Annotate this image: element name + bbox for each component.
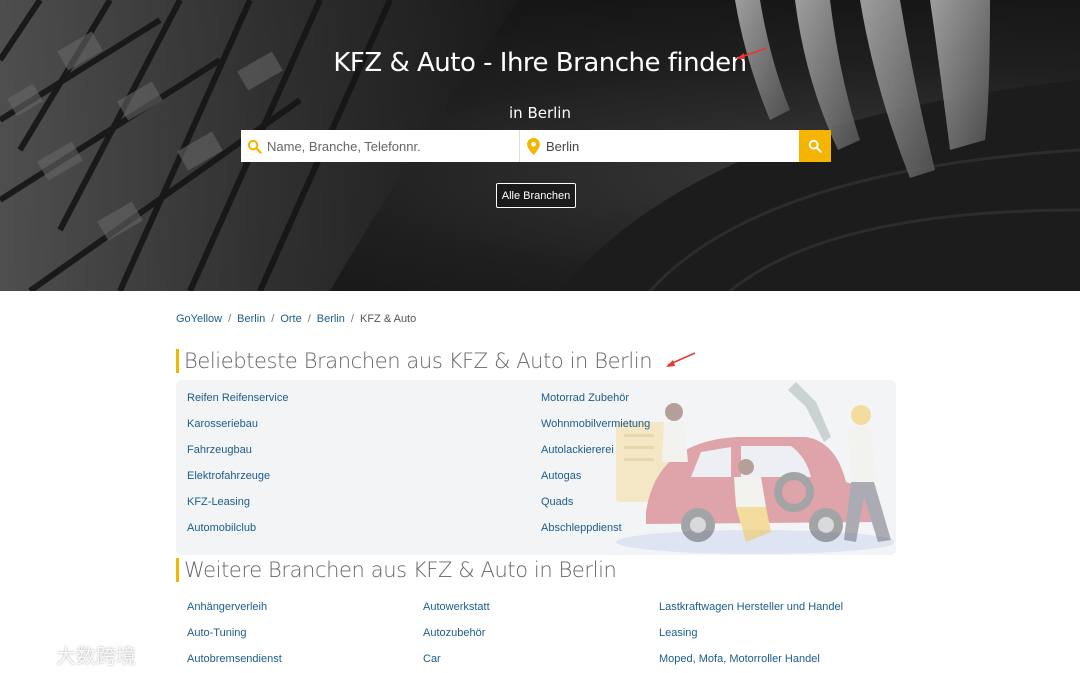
popular-link[interactable]: Automobilclub (187, 522, 256, 534)
popular-link[interactable]: Fahrzeugbau (187, 444, 252, 456)
name-search-field (241, 130, 520, 162)
popular-link[interactable]: Autogas (541, 470, 581, 482)
breadcrumb-separator: / (350, 313, 354, 325)
watermark-text: 大数跨境 (56, 646, 136, 668)
watermark-logo-icon (10, 644, 49, 665)
search-icon (808, 139, 822, 153)
location-input[interactable] (546, 138, 786, 154)
breadcrumb-separator: / (271, 313, 275, 325)
more-link[interactable]: Lastkraftwagen Hersteller und Handel (659, 601, 843, 613)
search-button[interactable] (799, 130, 831, 162)
more-link[interactable]: Auto-Tuning (187, 627, 247, 639)
popular-link[interactable]: Autolackiererei (541, 444, 614, 456)
more-link[interactable]: Car (423, 653, 441, 665)
breadcrumb-separator: / (307, 313, 311, 325)
popular-link[interactable]: Reifen Reifenservice (187, 392, 289, 404)
popular-link[interactable]: KFZ-Leasing (187, 496, 250, 508)
breadcrumb-separator: / (228, 313, 232, 325)
breadcrumb-link-orte[interactable]: Orte (280, 313, 301, 325)
map-pin-icon (520, 137, 546, 155)
hero-location-subtitle: in Berlin (509, 104, 571, 122)
hero-banner: KFZ & Auto - Ihre Branche finden in Berl… (0, 0, 1080, 291)
red-arrow-annotation (666, 352, 696, 367)
more-categories-heading: Weitere Branchen aus KFZ & Auto in Berli… (176, 558, 617, 582)
popular-link[interactable]: Abschleppdienst (541, 522, 622, 534)
popular-link[interactable]: Wohnmobilvermietung (541, 418, 650, 430)
more-link[interactable]: Autobremsendienst (187, 653, 282, 665)
breadcrumb-current: KFZ & Auto (359, 313, 417, 325)
popular-link[interactable]: Quads (541, 496, 573, 508)
popular-categories-heading: Beliebteste Branchen aus KFZ & Auto in B… (176, 349, 653, 373)
search-bar (241, 130, 831, 162)
location-search-field (520, 130, 799, 162)
popular-link[interactable]: Karosseriebau (187, 418, 258, 430)
more-link[interactable]: Leasing (659, 627, 698, 639)
popular-link[interactable]: Elektrofahrzeuge (187, 470, 270, 482)
name-search-input[interactable] (267, 138, 507, 154)
watermark: 大数跨境 (8, 640, 136, 669)
more-link[interactable]: Autowerkstatt (423, 601, 490, 613)
breadcrumb-link-berlin[interactable]: Berlin (237, 313, 265, 325)
red-arrow-annotation (736, 47, 768, 59)
more-link[interactable]: Anhängerverleih (187, 601, 267, 613)
breadcrumb-link-berlin-city[interactable]: Berlin (317, 313, 345, 325)
more-link[interactable]: Autozubehör (423, 627, 485, 639)
breadcrumb-link-goyellow[interactable]: GoYellow (176, 313, 222, 325)
search-icon (241, 139, 267, 154)
breadcrumb: GoYellow / Berlin / Orte / Berlin / KFZ … (176, 313, 416, 325)
popular-link[interactable]: Motorrad Zubehör (541, 392, 629, 404)
all-categories-button[interactable]: Alle Branchen (496, 183, 576, 208)
hero-title: KFZ & Auto - Ihre Branche finden (333, 48, 747, 78)
car-repair-illustration (616, 382, 894, 554)
more-link[interactable]: Moped, Mofa, Motorroller Handel (659, 653, 820, 665)
